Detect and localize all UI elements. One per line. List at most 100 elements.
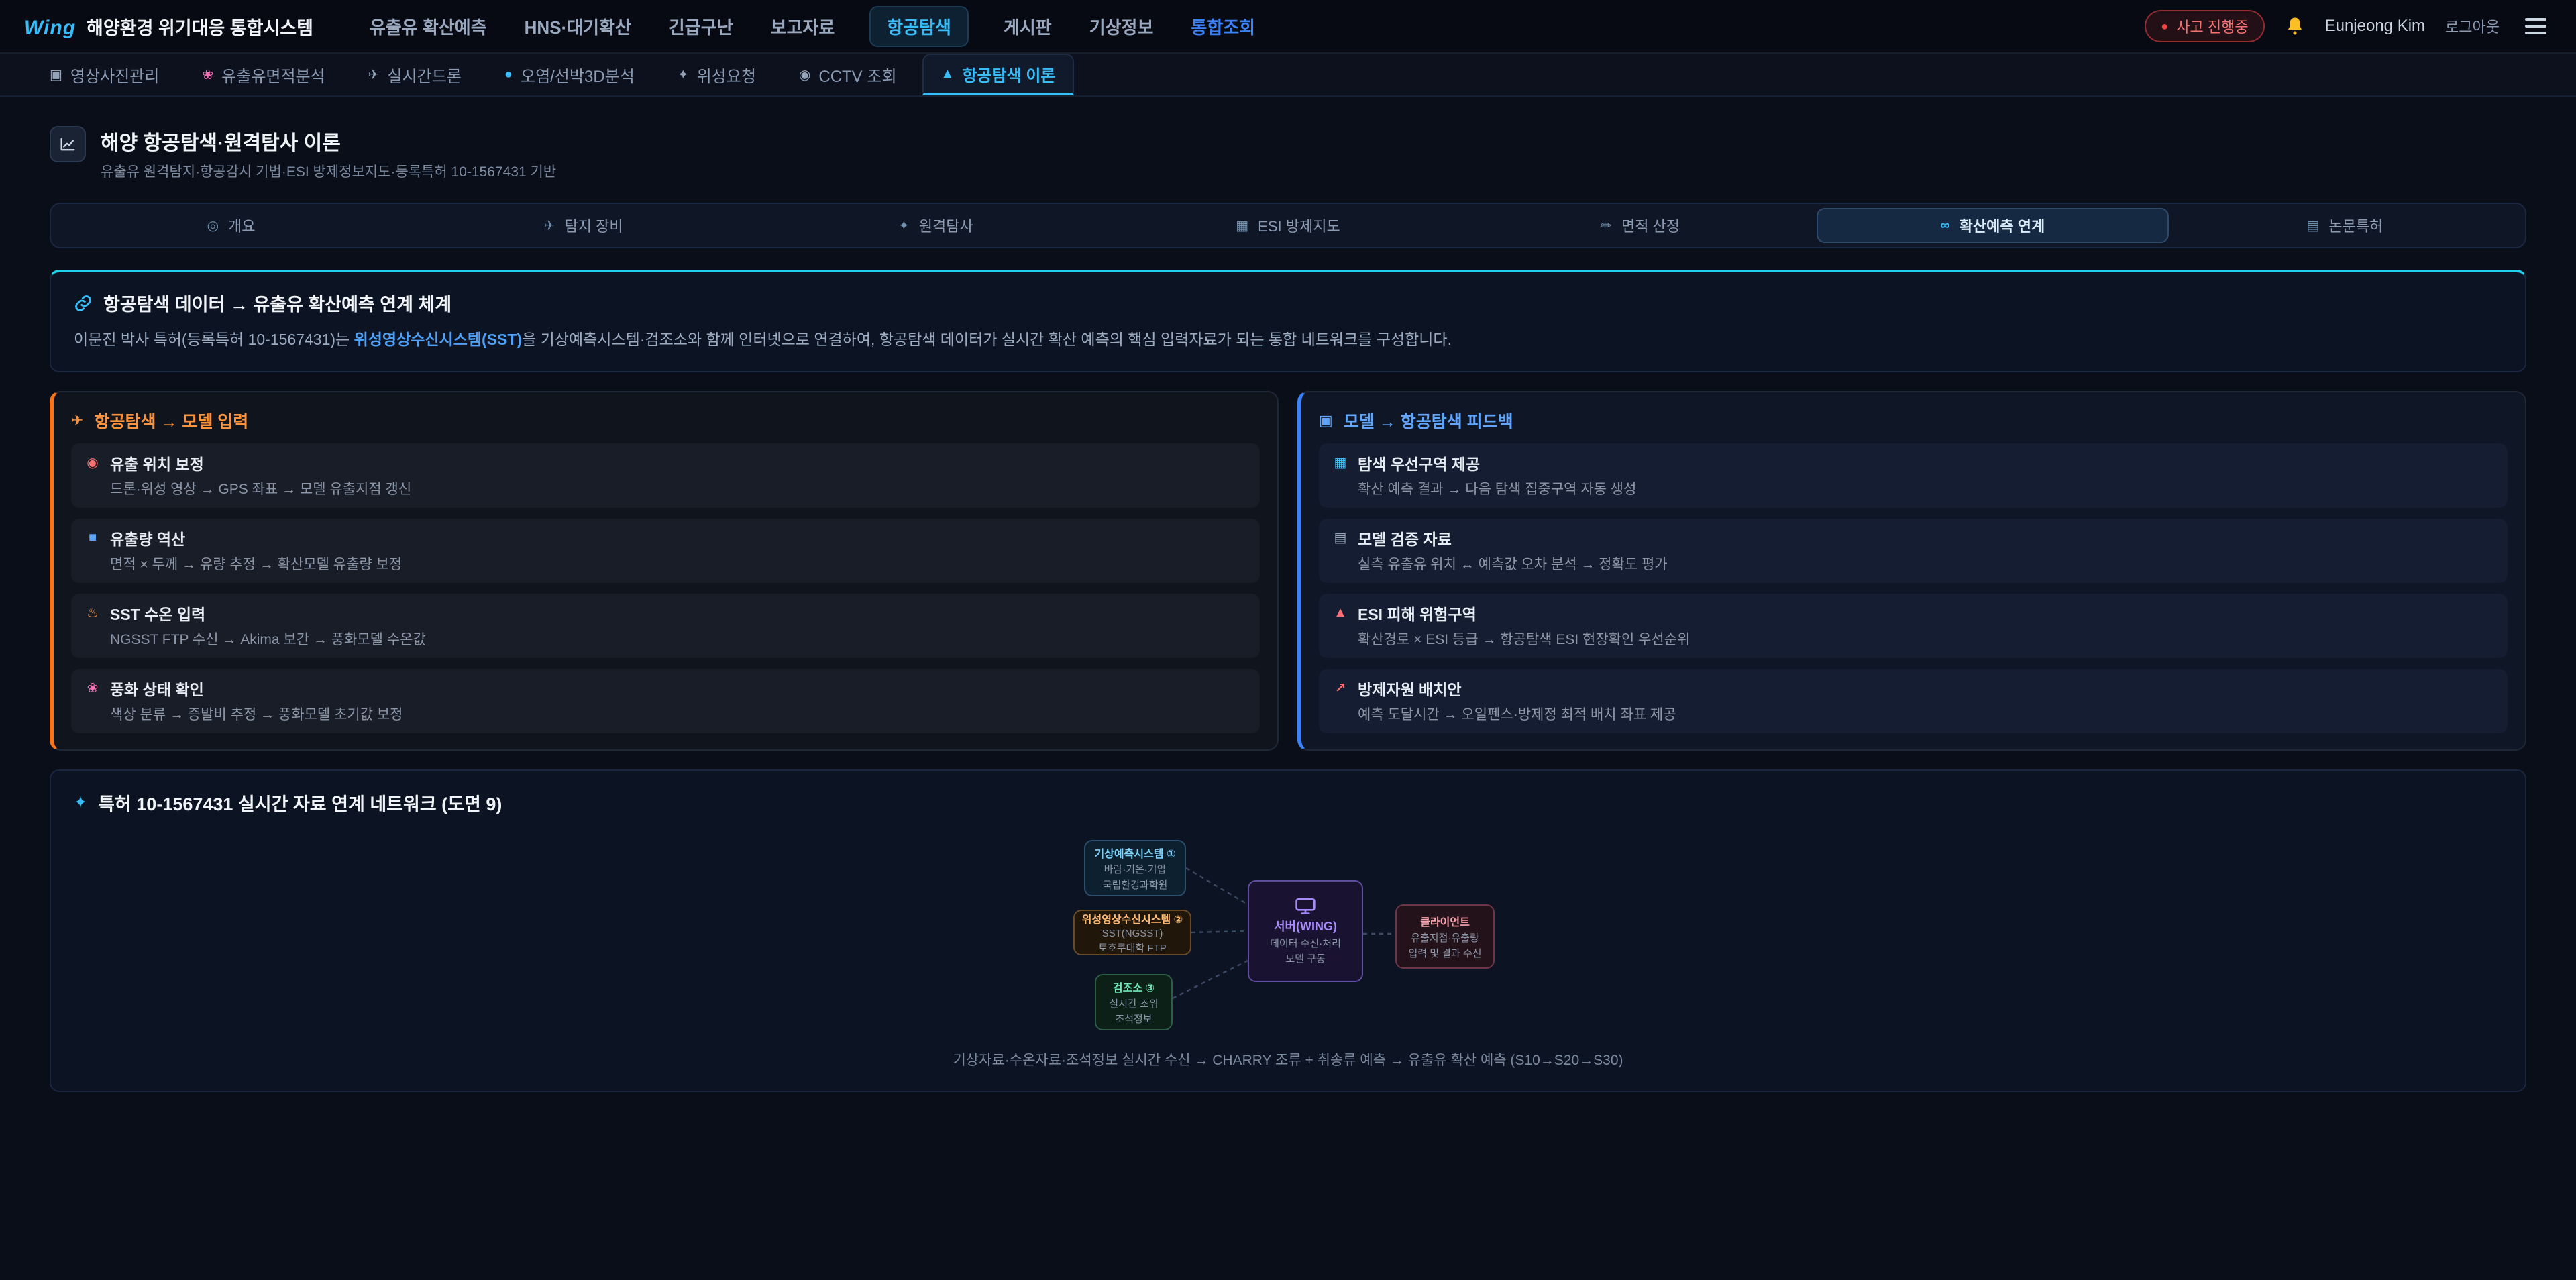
nav-emergency-rescue[interactable]: 긴급구난 [666, 7, 736, 46]
item-title: 유출 위치 보정 [110, 451, 204, 474]
sst-system-link[interactable]: 위성영상수신시스템(SST) [354, 331, 523, 348]
network-diagram: 기상예측시스템 ① 바람·기온·기압 국립환경과학원 위성영상수신시스템 ② S… [1073, 840, 1503, 1030]
theory-tabs: ◎ 개요 ✈ 탐지 장비 ✦ 원격탐사 ▦ ESI 방제지도 ✏ 면적 산정 ∞… [50, 203, 2526, 248]
subnav-cctv-view[interactable]: ◉ CCTV 조회 [782, 54, 914, 95]
link-icon [74, 294, 93, 313]
top-navbar: Wing 해양환경 위기대응 통합시스템 유출유 확산예측 HNS·대기확산 긴… [0, 0, 2576, 54]
tab-label: 탐지 장비 [565, 215, 623, 236]
nav-oil-spill-prediction[interactable]: 유출유 확산예측 [367, 7, 490, 46]
desc-post: 을 기상예측시스템·검조소와 함께 인터넷으로 연결하여, 항공탐색 데이터가 … [522, 331, 1452, 348]
item-title: 방제자원 배치안 [1358, 677, 1462, 700]
linkage-heading: 항공탐색 데이터 → 유출유 확산예측 연계 체계 [103, 290, 451, 316]
node-line: 바람·기온·기압 [1104, 862, 1167, 876]
subnav-oil-area-analysis[interactable]: ❀ 유출유면적분석 [184, 54, 342, 95]
subnav-satellite-request[interactable]: ✦ 위성요청 [660, 54, 773, 95]
item-desc: 예측 도달시간 → 오일펜스·방제정 최적 배치 좌표 제공 [1358, 704, 2494, 724]
node-title: 기상예측시스템 ① [1094, 845, 1175, 861]
main-nav: 유출유 확산예측 HNS·대기확산 긴급구난 보고자료 항공탐색 게시판 기상정… [367, 6, 1258, 47]
network-heading-row: ✦ 특허 10-1567431 실시간 자료 연계 네트워크 (도면 9) [74, 790, 2502, 816]
brand-home-link[interactable]: Wing 해양환경 위기대응 통합시스템 [24, 13, 313, 40]
aerial-to-model-card: ✈ 항공탐색 → 모델 입력 ◉유출 위치 보정 드론·위성 영상 → GPS … [50, 391, 1279, 751]
subnav-pollution-ship-3d[interactable]: ● 오염/선박3D분석 [487, 54, 652, 95]
page-title: 해양 항공탐색·원격탐사 이론 [101, 126, 556, 156]
logout-button[interactable]: 로그아웃 [2445, 15, 2500, 37]
pencil-icon: ✏ [1601, 217, 1612, 234]
tab-label: ESI 방제지도 [1258, 215, 1340, 236]
card-title: 모델 → 항공탐색 피드백 [1344, 409, 1513, 433]
nav-integrated-search[interactable]: 통합조회 [1188, 7, 1258, 46]
tab-remote-sensing[interactable]: ✦ 원격탐사 [759, 208, 1112, 243]
notification-bell-icon[interactable] [2285, 16, 2305, 36]
node-wing-server: 서버(WING) 데이터 수신·처리 모델 구동 [1248, 880, 1363, 982]
tab-esi-map[interactable]: ▦ ESI 방제지도 [1112, 208, 1464, 243]
subnav-aerial-search-theory[interactable]: ▲ 항공탐색 이론 [922, 54, 1075, 95]
satellite-icon: ✦ [74, 793, 87, 812]
network-caption: 기상자료·수온자료·조석정보 실시간 수신 → CHARRY 조류 + 취송류 … [74, 1049, 2502, 1069]
node-title: 서버(WING) [1274, 917, 1337, 935]
node-client: 클라이언트 유출지점·유출량 입력 및 결과 수신 [1395, 904, 1495, 969]
menu-hamburger-icon[interactable] [2520, 13, 2552, 40]
item-title: SST 수온 입력 [110, 602, 205, 625]
nav-board[interactable]: 게시판 [1001, 7, 1055, 46]
model-to-aerial-card: ▣ 모델 → 항공탐색 피드백 ▦탐색 우선구역 제공 확산 예측 결과 → 다… [1297, 391, 2526, 751]
node-line: 실시간 조위 [1109, 996, 1158, 1010]
subnav-label: 영상사진관리 [70, 63, 159, 87]
linkage-description: 이문진 박사 특허(등록특허 10-1567431)는 위성영상수신시스템(SS… [74, 328, 2502, 352]
nav-weather-info[interactable]: 기상정보 [1087, 7, 1157, 46]
node-line: 모델 구동 [1285, 951, 1325, 965]
node-weather-forecast-system: 기상예측시스템 ① 바람·기온·기압 국립환경과학원 [1084, 840, 1186, 896]
topbar-right: ● 사고 진행중 Eunjeong Kim 로그아웃 [2145, 10, 2552, 42]
subnav-label: 유출유면적분석 [221, 63, 325, 87]
tab-label: 면적 산정 [1621, 215, 1680, 236]
map-icon: ▦ [1236, 217, 1248, 234]
card-title-row: ✈ 항공탐색 → 모델 입력 [71, 409, 1260, 433]
item-title: 모델 검증 자료 [1358, 527, 1452, 549]
page-chart-icon [50, 126, 86, 162]
user-name: Eunjeong Kim [2325, 17, 2425, 36]
subnav-realtime-drone[interactable]: ✈ 실시간드론 [351, 54, 479, 95]
app-title: 해양환경 위기대응 통합시스템 [87, 13, 313, 40]
linkage-panel: 항공탐색 데이터 → 유출유 확산예측 연계 체계 이문진 박사 특허(등록특허… [50, 270, 2526, 372]
tab-detection-equipment[interactable]: ✈ 탐지 장비 [407, 208, 759, 243]
monitor-icon: ▣ [1319, 412, 1333, 429]
dot-icon: ● [504, 67, 513, 83]
linkage-cards: ✈ 항공탐색 → 모델 입력 ◉유출 위치 보정 드론·위성 영상 → GPS … [50, 391, 2526, 751]
patent-network-panel: ✦ 특허 10-1567431 실시간 자료 연계 네트워크 (도면 9) 기상… [50, 769, 2526, 1092]
tab-diffusion-linkage[interactable]: ∞ 확산예측 연계 [1817, 208, 2169, 243]
incident-status-badge[interactable]: ● 사고 진행중 [2145, 10, 2264, 42]
node-title: 클라이언트 [1420, 913, 1470, 929]
node-tide-station: 검조소 ③ 실시간 조위 조석정보 [1095, 974, 1173, 1030]
desc-pre: 이문진 박사 특허(등록특허 10-1567431)는 [74, 331, 354, 348]
tab-label: 논문특허 [2328, 215, 2383, 236]
node-line: 토호쿠대학 FTP [1098, 941, 1167, 955]
nav-report-materials[interactable]: 보고자료 [768, 7, 838, 46]
item-title: ESI 피해 위험구역 [1358, 602, 1477, 625]
plane-icon: ✈ [544, 217, 555, 234]
list-item: ■유출량 역산 면적 × 두께 → 유량 추정 → 확산모델 유출량 보정 [71, 519, 1260, 583]
tab-area-calculation[interactable]: ✏ 면적 산정 [1464, 208, 1817, 243]
incident-status-label: 사고 진행중 [2176, 15, 2248, 37]
subnav-image-photo-management[interactable]: ▣ 영상사진관리 [32, 54, 176, 95]
clipboard-icon: ▤ [1332, 529, 1348, 546]
nav-hns-air-diffusion[interactable]: HNS·대기확산 [522, 7, 634, 46]
drone-icon: ✈ [368, 66, 380, 83]
nav-aerial-search[interactable]: 항공탐색 [869, 6, 969, 47]
weathering-icon: ❀ [85, 680, 101, 696]
area-icon: ■ [85, 530, 101, 545]
node-line: SST(NGSST) [1102, 928, 1163, 939]
tab-label: 확산예측 연계 [1960, 215, 2045, 236]
page-subtitle: 유출유 원격탐지·항공감시 기법·ESI 방제정보지도·등록특허 10-1567… [101, 161, 556, 181]
satellite-icon: ✦ [898, 217, 910, 234]
item-desc: 확산 예측 결과 → 다음 탐색 집중구역 자동 생성 [1358, 478, 2494, 498]
node-line: 입력 및 결과 수신 [1408, 946, 1481, 960]
subnav-label: CCTV 조회 [818, 63, 896, 87]
tab-overview[interactable]: ◎ 개요 [55, 208, 407, 243]
node-title: 위성영상수신시스템 ② [1082, 910, 1183, 926]
item-desc: 드론·위성 영상 → GPS 좌표 → 모델 유출지점 갱신 [110, 478, 1246, 498]
node-line: 데이터 수신·처리 [1270, 936, 1341, 950]
link-icon: ∞ [1940, 218, 1949, 233]
item-desc: 색상 분류 → 증발비 추정 → 풍화모델 초기값 보정 [110, 704, 1246, 724]
tab-papers-patents[interactable]: ▤ 논문특허 [2169, 208, 2521, 243]
document-icon: ▤ [2306, 217, 2319, 234]
node-title: 검조소 ③ [1113, 979, 1155, 995]
